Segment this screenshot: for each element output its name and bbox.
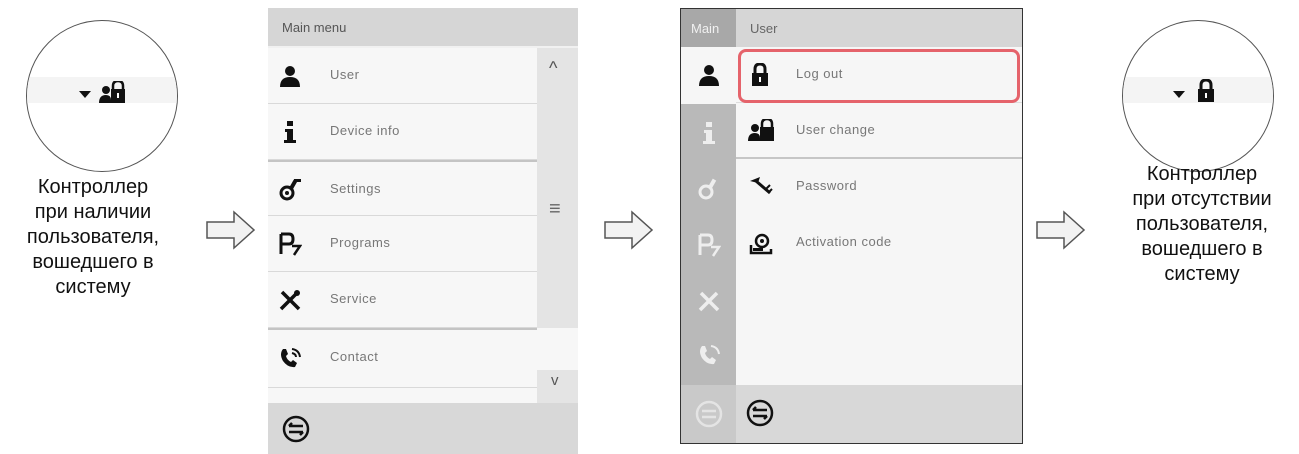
right-caption: Контроллер при отсутствии пользователя, …: [1132, 163, 1272, 285]
menu-item-label: User change: [796, 122, 876, 137]
scroll-down-button[interactable]: v: [551, 372, 559, 389]
user-menu-footer: [736, 385, 1022, 443]
activation-code-icon: [749, 233, 773, 255]
main-menu-title: Main menu: [268, 8, 578, 46]
settings-icon[interactable]: [697, 177, 721, 201]
dropdown-triangle-icon: [1173, 91, 1185, 98]
main-menu-panel: Main menu User Device info Settings Prog…: [268, 8, 578, 454]
scroll-thumb[interactable]: ≡: [549, 198, 561, 221]
menu-item-user[interactable]: User: [268, 48, 537, 104]
scroll-up-button[interactable]: ^: [549, 58, 557, 79]
menu-item-contact[interactable]: Contact: [268, 328, 537, 388]
programs-icon[interactable]: [697, 233, 721, 257]
user-menu-panel: Main User Log out User change Password A…: [680, 8, 1023, 444]
sidebar-footer: [681, 385, 736, 443]
user-icon: [280, 66, 300, 87]
menu-item-activation-code[interactable]: Activation code: [736, 215, 1022, 271]
dropdown-triangle-icon: [79, 91, 91, 98]
menu-item-label: Password: [796, 178, 858, 193]
password-icon: [750, 177, 773, 195]
arrow-right-icon: [1036, 210, 1086, 250]
lock-icon: [1198, 79, 1214, 102]
logged-in-zoom: [26, 20, 178, 172]
scrollbar[interactable]: ^ ≡ v: [537, 48, 578, 403]
programs-icon: [279, 232, 302, 256]
arrow-right-icon: [206, 210, 256, 250]
user-change-icon: [748, 119, 774, 141]
main-menu-sidebar: Main: [681, 9, 736, 443]
service-icon: [279, 290, 301, 311]
contact-icon: [281, 348, 301, 368]
menu-item-service[interactable]: Service: [268, 272, 537, 328]
user-menu-title: User: [736, 9, 1022, 47]
contact-icon[interactable]: [697, 343, 721, 367]
user-icon: [699, 65, 719, 86]
menu-item-password[interactable]: Password: [736, 159, 1022, 215]
settings-icon: [279, 179, 301, 201]
log-out-highlight: [738, 49, 1020, 103]
service-icon[interactable]: [697, 289, 721, 313]
back-icon: [695, 400, 723, 428]
sidebar-item-user-selected[interactable]: [681, 47, 736, 104]
info-icon[interactable]: [697, 121, 721, 145]
info-icon: [284, 121, 296, 143]
menu-item-label: Activation code: [796, 234, 892, 249]
menu-item-programs[interactable]: Programs: [268, 216, 537, 272]
menu-item-label: Device info: [330, 123, 400, 138]
user-lock-icon: [99, 81, 125, 103]
sidebar-title: Main: [681, 9, 736, 47]
main-menu-footer: [268, 403, 578, 454]
menu-item-device-info[interactable]: Device info: [268, 104, 537, 160]
scroll-track-lower: [537, 328, 578, 370]
menu-item-label: Service: [330, 291, 377, 306]
back-icon[interactable]: [746, 399, 774, 427]
main-menu-list: User Device info Settings Programs Servi…: [268, 48, 537, 403]
arrow-right-icon: [604, 210, 654, 250]
menu-item-label: User: [330, 67, 360, 82]
menu-item-label: Contact: [330, 349, 379, 364]
logged-out-zoom: [1122, 20, 1274, 172]
menu-item-label: Programs: [330, 235, 391, 250]
back-icon[interactable]: [282, 415, 310, 443]
left-caption: Контроллер при наличии пользователя, вош…: [26, 176, 160, 298]
menu-item-user-change[interactable]: User change: [736, 103, 1022, 159]
menu-item-settings[interactable]: Settings: [268, 160, 537, 216]
menu-item-label: Settings: [330, 181, 381, 196]
